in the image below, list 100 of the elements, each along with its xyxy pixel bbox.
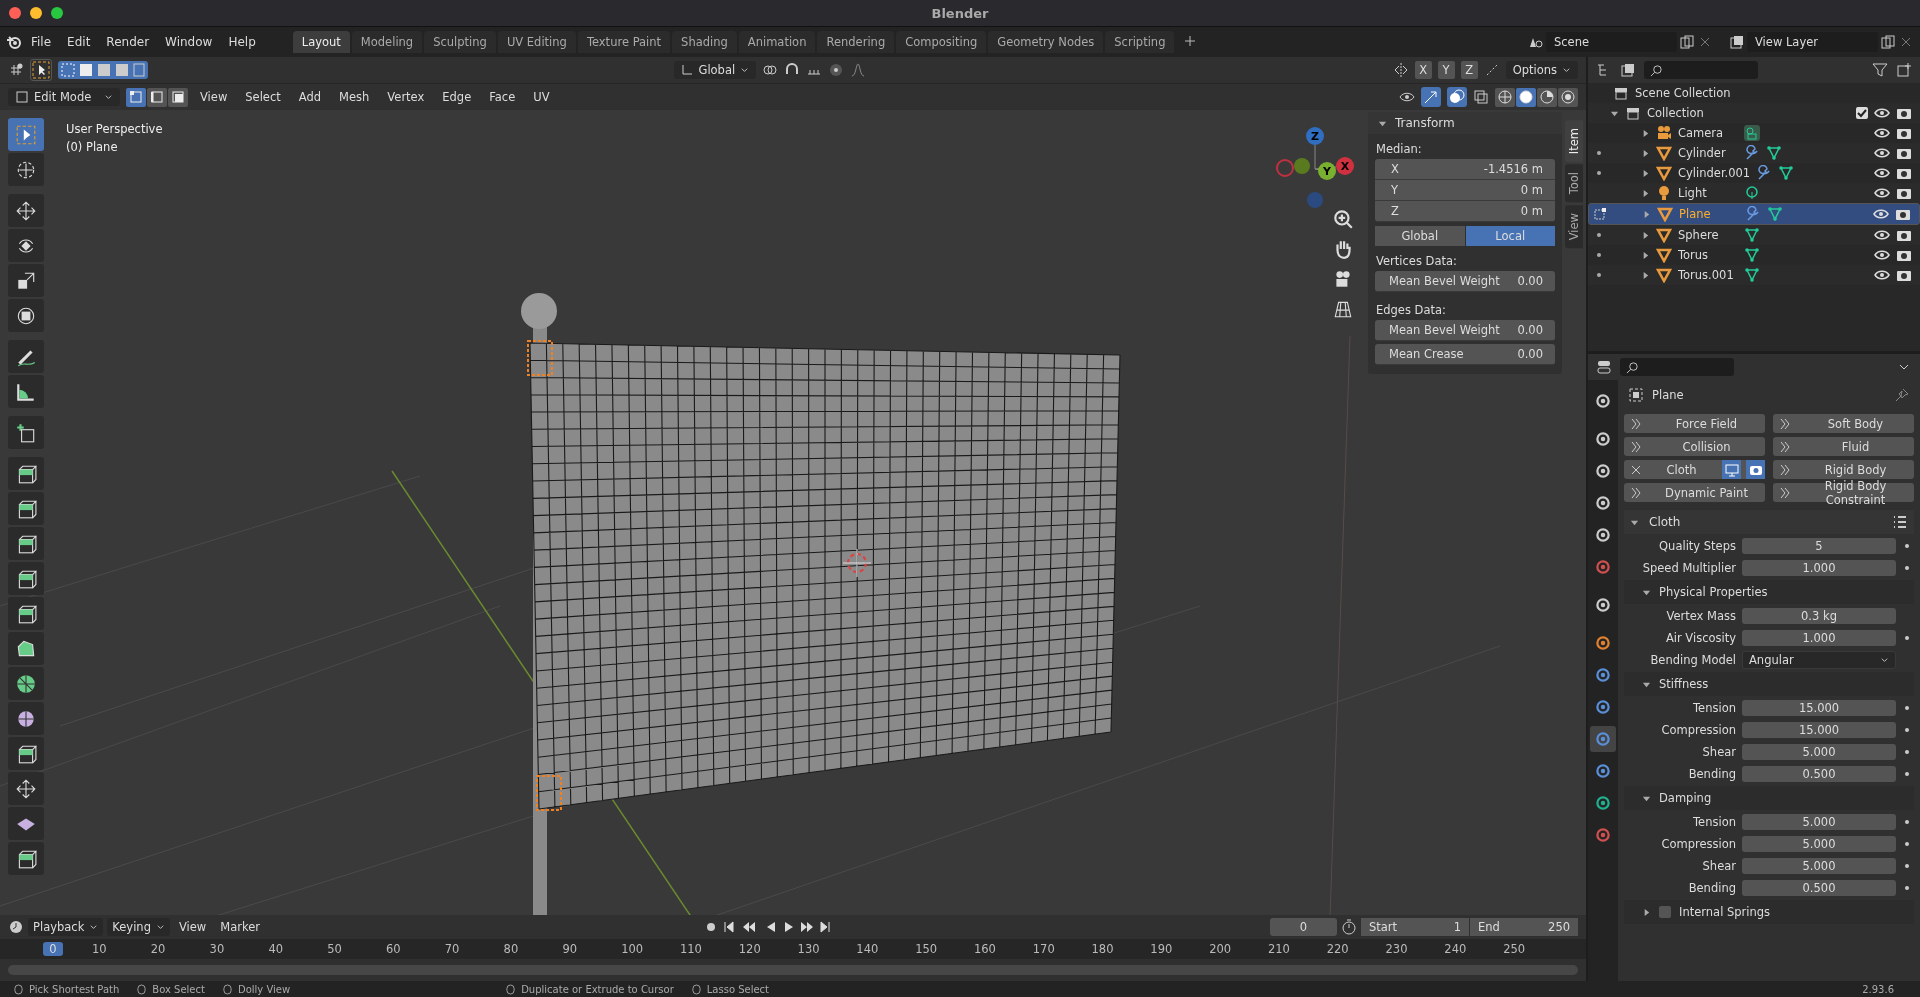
axis-handle[interactable] [1307, 192, 1323, 208]
logo-icon[interactable] [6, 34, 22, 50]
monitor-icon[interactable] [1724, 462, 1739, 477]
dot-icon[interactable] [1597, 253, 1601, 257]
space-toggle[interactable]: Local [1465, 226, 1555, 246]
number-field[interactable]: 5.000 [1742, 836, 1896, 852]
search-field[interactable] [1620, 358, 1734, 376]
axis-handle[interactable] [1294, 158, 1310, 174]
keyframe-dot-icon[interactable] [1905, 566, 1909, 570]
sidebar-tab[interactable]: Item [1565, 120, 1583, 163]
overlay-toggle-icon[interactable] [1447, 87, 1467, 107]
menu-item[interactable]: Playback [28, 918, 104, 936]
panel-title[interactable]: Internal Springs [1679, 905, 1771, 919]
menu-item[interactable]: Mesh [333, 88, 376, 106]
light-data-icon[interactable] [1744, 185, 1760, 201]
tool-button[interactable] [8, 737, 44, 770]
workspace-tab[interactable]: Scripting [1105, 31, 1175, 53]
falloff-icon[interactable] [850, 62, 867, 78]
dot-icon[interactable] [1597, 233, 1601, 237]
panel-title[interactable]: Stiffness [1659, 677, 1709, 691]
tree-item[interactable]: Scene Collection [1635, 86, 1731, 100]
sidebar-tab[interactable]: Tool [1565, 164, 1583, 203]
disclosure-triangle-icon[interactable] [1642, 907, 1651, 917]
keyframe-dot-icon[interactable] [1905, 544, 1909, 548]
playhead[interactable]: 0 [43, 942, 63, 956]
disclosure-triangle-icon[interactable] [1642, 209, 1651, 219]
menu-item[interactable]: View [173, 918, 212, 936]
tool-button[interactable] [8, 807, 44, 840]
menu-item[interactable]: Help [221, 32, 263, 52]
tool-button[interactable] [8, 264, 44, 297]
menu-item[interactable]: Add [292, 88, 328, 106]
number-field[interactable]: 5 [1742, 538, 1896, 554]
tool-button[interactable] [8, 194, 44, 227]
menu-item[interactable]: File [24, 32, 59, 52]
menu-item[interactable]: Marker [215, 918, 265, 936]
select-tool-icon[interactable] [30, 59, 52, 81]
solid-shading-button[interactable] [1516, 87, 1536, 107]
minimize-icon[interactable] [30, 7, 42, 19]
keyframe-dot-icon[interactable] [1905, 864, 1909, 868]
physics-button[interactable]: Fluid [1773, 437, 1914, 456]
number-field[interactable]: Mean Bevel Weight 0.00 [1375, 271, 1555, 292]
orientation-dropdown[interactable]: Global [674, 61, 757, 79]
dropdown[interactable]: Angular [1742, 651, 1896, 669]
menu-item[interactable]: Render [99, 32, 157, 52]
edit-mode-icon[interactable] [1593, 207, 1607, 221]
panel-title[interactable]: Transform [1395, 116, 1455, 130]
tree-item[interactable]: Camera [1678, 126, 1738, 140]
workspace-tab[interactable]: Shading [672, 31, 737, 53]
playback-controls-icon[interactable] [722, 920, 833, 934]
keyframe-dot-icon[interactable] [1905, 728, 1909, 732]
tool-button[interactable] [8, 416, 44, 449]
keyframe-dot-icon[interactable] [1905, 706, 1909, 710]
axis-handle[interactable] [1276, 159, 1294, 177]
material-shading-button[interactable] [1537, 87, 1557, 107]
tool-button[interactable] [8, 118, 44, 151]
physics-button[interactable]: Rigid Body [1773, 460, 1914, 479]
mesh-data-icon[interactable] [1744, 227, 1760, 243]
properties-icon[interactable] [1596, 359, 1612, 375]
number-field[interactable]: 15.000 [1742, 700, 1896, 716]
clock-icon[interactable] [8, 919, 24, 935]
keyframe-dot-icon[interactable] [1905, 886, 1909, 890]
number-field[interactable]: 0.500 [1742, 880, 1896, 896]
tree-item[interactable]: Cylinder.001 [1678, 166, 1751, 180]
tool-button[interactable] [8, 562, 44, 595]
physics-button[interactable]: Force Field [1624, 414, 1765, 433]
face-select-button[interactable] [168, 87, 188, 107]
gizmo-toggle-icon[interactable] [1421, 87, 1441, 107]
mesh-data-icon[interactable] [1778, 165, 1795, 181]
tool-button[interactable] [8, 527, 44, 560]
number-field[interactable]: Mean Bevel Weight 0.00 [1375, 320, 1555, 341]
tool-button[interactable] [8, 772, 44, 805]
wireframe-shading-button[interactable] [1495, 87, 1515, 107]
end-frame-field[interactable]: End 250 [1470, 918, 1578, 936]
dot-icon[interactable] [1597, 151, 1601, 155]
workspace-tab[interactable]: Modeling [351, 31, 423, 53]
number-field[interactable]: Mean Crease 0.00 [1375, 344, 1555, 365]
tree-item[interactable]: Torus.001 [1678, 268, 1738, 282]
new-collection-icon[interactable] [1896, 62, 1912, 78]
rendered-shading-button[interactable] [1558, 87, 1578, 107]
close-icon[interactable] [1630, 463, 1642, 476]
menu-item[interactable]: Window [158, 32, 220, 52]
tool-button[interactable] [8, 375, 44, 408]
keyframe-dot-icon[interactable] [1905, 772, 1909, 776]
zoom-icon[interactable] [51, 7, 63, 19]
proportional-icon[interactable] [828, 62, 845, 78]
menu-item[interactable]: Vertex [381, 88, 431, 106]
dot-icon[interactable] [1597, 273, 1601, 277]
mode-dropdown[interactable]: Edit Mode [8, 88, 120, 106]
panel-title[interactable]: Cloth [1649, 515, 1681, 529]
keyframe-dot-icon[interactable] [1905, 820, 1909, 824]
menu-item[interactable]: Keying [107, 918, 170, 936]
filter-icon[interactable] [1872, 62, 1888, 78]
number-field[interactable]: Y 0 m [1375, 180, 1555, 201]
number-field[interactable]: 0.500 [1742, 766, 1896, 782]
copy-icon[interactable] [1880, 34, 1896, 50]
menu-item[interactable]: Edge [436, 88, 478, 106]
presets-icon[interactable] [1892, 514, 1908, 530]
mesh-data-icon[interactable] [1766, 145, 1782, 161]
workspace-tab[interactable]: Animation [738, 31, 816, 53]
dot-icon[interactable] [1597, 171, 1601, 175]
